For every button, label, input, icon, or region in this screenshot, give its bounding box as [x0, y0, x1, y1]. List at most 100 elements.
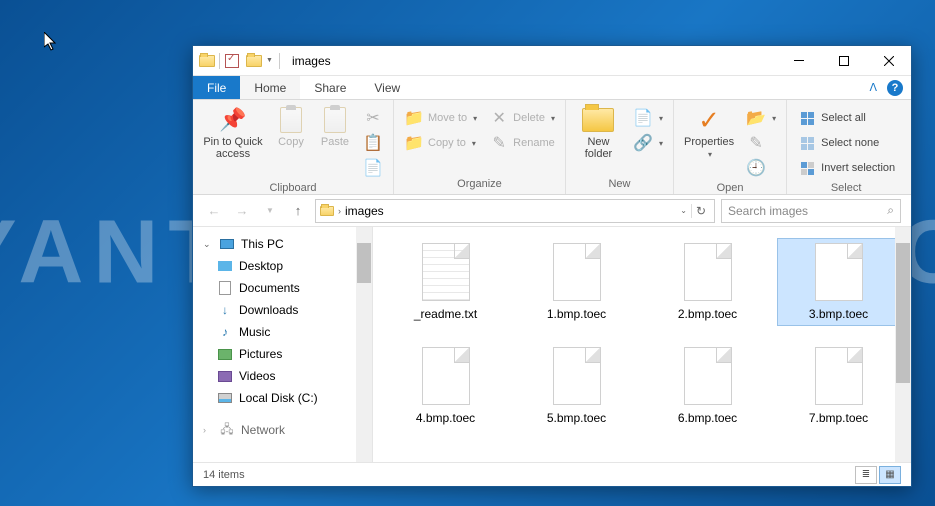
generic-file-icon	[684, 347, 732, 405]
properties-qat-icon[interactable]	[222, 51, 242, 71]
desktop-icon	[217, 258, 233, 274]
file-list-pane[interactable]: _readme.txt 1.bmp.toec 2.bmp.toec 3.bmp.toe…	[373, 227, 911, 462]
file-item[interactable]: 4.bmp.toec	[385, 343, 506, 429]
file-name-label: 1.bmp.toec	[547, 307, 606, 321]
copy-button[interactable]: Copy	[271, 102, 311, 152]
close-button[interactable]	[866, 46, 911, 75]
history-button[interactable]: 🕘	[742, 156, 780, 180]
network-icon: 🖧	[219, 422, 235, 438]
help-icon[interactable]: ?	[887, 80, 903, 96]
maximize-button[interactable]	[821, 46, 866, 75]
details-view-button[interactable]: ≣	[855, 466, 877, 484]
refresh-button[interactable]: ↻	[691, 204, 710, 218]
expander-icon[interactable]: ⌄	[203, 239, 213, 250]
properties-label: Properties	[684, 136, 734, 148]
path-input[interactable]: › images ⌄ ↻	[315, 199, 715, 223]
file-name-label: 3.bmp.toec	[809, 307, 868, 321]
path-dropdown-icon[interactable]: ⌄	[680, 206, 687, 215]
collapse-ribbon-icon[interactable]: ᐱ	[869, 81, 877, 94]
music-icon: ♪	[217, 324, 233, 340]
sidebar-item-desktop[interactable]: Desktop	[193, 255, 372, 277]
easy-access-icon: 🔗	[633, 133, 653, 153]
scrollbar-thumb[interactable]	[357, 243, 371, 283]
filepane-scrollbar[interactable]	[895, 227, 911, 462]
qat-dropdown-icon[interactable]: ▼	[266, 57, 273, 64]
sidebar-item-documents[interactable]: Documents	[193, 277, 372, 299]
search-input[interactable]: Search images ⌕	[721, 199, 901, 223]
minimize-icon	[794, 60, 804, 61]
tab-share[interactable]: Share	[300, 76, 360, 99]
pin-quick-access-button[interactable]: 📌 Pin to Quick access	[199, 102, 267, 164]
tab-home[interactable]: Home	[240, 76, 300, 99]
ribbon-group-clipboard: 📌 Pin to Quick access Copy Paste ✂ 📋 📄	[193, 100, 394, 194]
file-name-label: 5.bmp.toec	[547, 411, 606, 425]
edit-icon: ✎	[746, 133, 766, 153]
downloads-icon: ↓	[217, 302, 233, 318]
file-item[interactable]: 6.bmp.toec	[647, 343, 768, 429]
tab-view[interactable]: View	[360, 76, 414, 99]
window-title: images	[292, 54, 331, 68]
delete-icon: ✕	[489, 108, 509, 128]
new-folder-label: New folder	[576, 136, 621, 160]
expander-icon[interactable]: ›	[203, 425, 213, 435]
sidebar-item-network[interactable]: ›🖧Network	[193, 419, 372, 441]
path-segment[interactable]: images	[345, 204, 384, 218]
move-to-icon: 📁	[404, 108, 424, 128]
sidebar-item-local-disk[interactable]: Local Disk (C:)	[193, 387, 372, 409]
select-all-button[interactable]: Select all	[793, 106, 899, 130]
select-none-button[interactable]: Select none	[793, 131, 899, 155]
icons-view-button[interactable]: ▦	[879, 466, 901, 484]
invert-selection-button[interactable]: Invert selection	[793, 156, 899, 180]
back-button[interactable]: ←	[203, 200, 225, 222]
organize-group-label: Organize	[400, 176, 559, 194]
copy-to-button[interactable]: 📁Copy to▾	[400, 131, 481, 155]
open-button[interactable]: 📂▾	[742, 106, 780, 130]
delete-button[interactable]: ✕Delete▾	[485, 106, 559, 130]
new-item-button[interactable]: 📄▾	[629, 106, 667, 130]
file-item[interactable]: 5.bmp.toec	[516, 343, 637, 429]
forward-button[interactable]: →	[231, 200, 253, 222]
documents-icon	[217, 280, 233, 296]
invert-selection-icon	[797, 158, 817, 178]
rename-button[interactable]: ✎Rename	[485, 131, 559, 155]
recent-dropdown[interactable]: ▼	[259, 200, 281, 222]
sidebar-scrollbar[interactable]	[356, 227, 372, 462]
file-item[interactable]: 2.bmp.toec	[647, 239, 768, 325]
edit-button[interactable]: ✎	[742, 131, 780, 155]
pictures-icon	[217, 346, 233, 362]
title-bar[interactable]: ▼ images	[193, 46, 911, 76]
up-button[interactable]: ↑	[287, 200, 309, 222]
sidebar-item-downloads[interactable]: ↓Downloads	[193, 299, 372, 321]
easy-access-button[interactable]: 🔗▾	[629, 131, 667, 155]
file-name-label: 7.bmp.toec	[809, 411, 868, 425]
paste-shortcut-button[interactable]: 📄	[359, 156, 387, 180]
text-file-icon	[422, 243, 470, 301]
file-item[interactable]: 3.bmp.toec	[778, 239, 899, 325]
properties-button[interactable]: ✓ Properties ▾	[680, 102, 738, 163]
sidebar-item-music[interactable]: ♪Music	[193, 321, 372, 343]
sidebar-item-pictures[interactable]: Pictures	[193, 343, 372, 365]
file-item[interactable]: _readme.txt	[385, 239, 506, 325]
folder-qat-icon[interactable]	[244, 51, 264, 71]
move-to-button[interactable]: 📁Move to▾	[400, 106, 481, 130]
tab-file[interactable]: File	[193, 76, 240, 99]
generic-file-icon	[422, 347, 470, 405]
copy-path-button[interactable]: 📋	[359, 131, 387, 155]
file-item[interactable]: 7.bmp.toec	[778, 343, 899, 429]
sidebar-this-pc[interactable]: ⌄ This PC	[193, 233, 372, 255]
select-none-icon	[797, 133, 817, 153]
new-folder-button[interactable]: New folder	[572, 102, 625, 164]
status-bar: 14 items ≣ ▦	[193, 462, 911, 486]
cut-button[interactable]: ✂	[359, 106, 387, 130]
generic-file-icon	[815, 347, 863, 405]
minimize-button[interactable]	[776, 46, 821, 75]
sidebar-item-videos[interactable]: Videos	[193, 365, 372, 387]
file-item[interactable]: 1.bmp.toec	[516, 239, 637, 325]
search-icon: ⌕	[887, 203, 894, 218]
copy-path-icon: 📋	[363, 133, 383, 153]
paste-button[interactable]: Paste	[315, 102, 355, 152]
navigation-pane[interactable]: ⌄ This PC Desktop Documents ↓Downloads ♪…	[193, 227, 373, 462]
generic-file-icon	[553, 243, 601, 301]
ribbon: 📌 Pin to Quick access Copy Paste ✂ 📋 📄	[193, 100, 911, 195]
scrollbar-thumb[interactable]	[896, 243, 910, 383]
